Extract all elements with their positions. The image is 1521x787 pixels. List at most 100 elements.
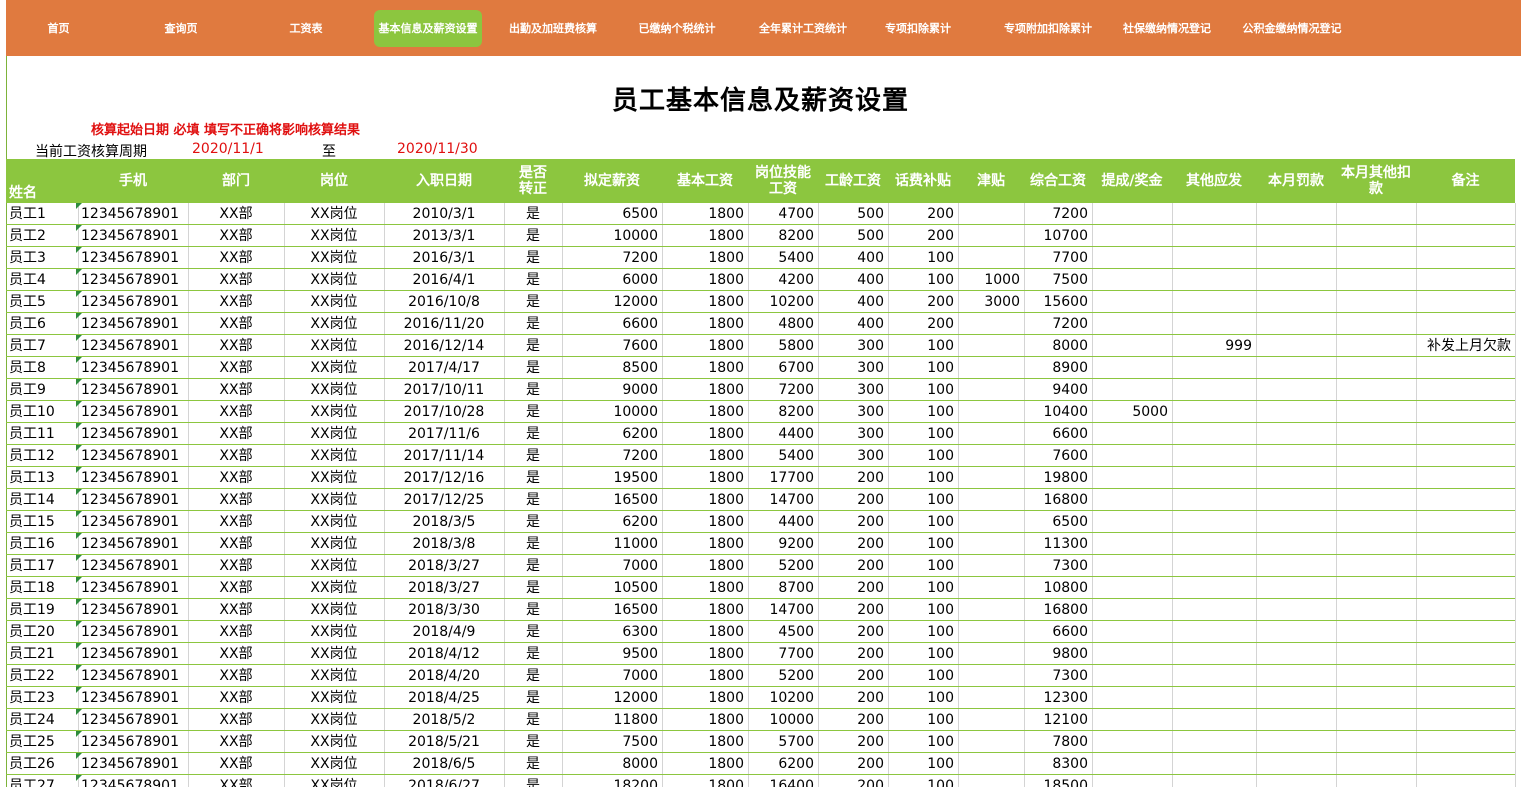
cell-phone[interactable]: 12345678901 bbox=[78, 445, 188, 466]
cell-regularized[interactable]: 是 bbox=[504, 423, 562, 444]
cell-position[interactable]: XX岗位 bbox=[284, 709, 384, 730]
nav-item-5[interactable]: 已缴纳个税统计 bbox=[617, 10, 737, 47]
cell-department[interactable]: XX部 bbox=[188, 533, 284, 554]
cell-planned-salary[interactable]: 7600 bbox=[562, 335, 662, 356]
cell-other-deduction[interactable] bbox=[1336, 577, 1416, 598]
cell-planned-salary[interactable]: 6600 bbox=[562, 313, 662, 334]
cell-other-payable[interactable] bbox=[1172, 577, 1256, 598]
cell-name[interactable]: 员工9 bbox=[6, 379, 78, 400]
cell-skill-salary[interactable]: 5200 bbox=[748, 665, 818, 686]
nav-item-3[interactable]: 基本信息及薪资设置 bbox=[374, 10, 482, 47]
cell-phone[interactable]: 12345678901 bbox=[78, 687, 188, 708]
cell-position[interactable]: XX岗位 bbox=[284, 489, 384, 510]
cell-other-deduction[interactable] bbox=[1336, 533, 1416, 554]
cell-phone-allowance[interactable]: 100 bbox=[888, 599, 958, 620]
cell-allowance[interactable] bbox=[958, 643, 1024, 664]
cell-seniority-salary[interactable]: 200 bbox=[818, 665, 888, 686]
cell-phone-allowance[interactable]: 100 bbox=[888, 269, 958, 290]
cell-regularized[interactable]: 是 bbox=[504, 555, 562, 576]
cell-other-deduction[interactable] bbox=[1336, 335, 1416, 356]
cell-base-salary[interactable]: 1800 bbox=[662, 203, 748, 224]
cell-hire-date[interactable]: 2018/4/9 bbox=[384, 621, 504, 642]
cell-seniority-salary[interactable]: 200 bbox=[818, 577, 888, 598]
cell-fine[interactable] bbox=[1256, 423, 1336, 444]
cell-skill-salary[interactable]: 14700 bbox=[748, 489, 818, 510]
cell-other-deduction[interactable] bbox=[1336, 643, 1416, 664]
nav-item-4[interactable]: 出勤及加班费核算 bbox=[493, 10, 613, 47]
cell-commission-bonus[interactable] bbox=[1092, 775, 1172, 787]
cell-seniority-salary[interactable]: 200 bbox=[818, 489, 888, 510]
cell-base-salary[interactable]: 1800 bbox=[662, 555, 748, 576]
cell-planned-salary[interactable]: 10500 bbox=[562, 577, 662, 598]
cell-hire-date[interactable]: 2018/4/20 bbox=[384, 665, 504, 686]
cell-phone[interactable]: 12345678901 bbox=[78, 401, 188, 422]
cell-total-salary[interactable]: 10800 bbox=[1024, 577, 1092, 598]
cell-planned-salary[interactable]: 9000 bbox=[562, 379, 662, 400]
cell-seniority-salary[interactable]: 400 bbox=[818, 291, 888, 312]
cell-skill-salary[interactable]: 8200 bbox=[748, 225, 818, 246]
cell-planned-salary[interactable]: 7000 bbox=[562, 665, 662, 686]
cell-hire-date[interactable]: 2017/11/14 bbox=[384, 445, 504, 466]
cell-planned-salary[interactable]: 7500 bbox=[562, 731, 662, 752]
cell-commission-bonus[interactable] bbox=[1092, 379, 1172, 400]
cell-skill-salary[interactable]: 8700 bbox=[748, 577, 818, 598]
cell-base-salary[interactable]: 1800 bbox=[662, 643, 748, 664]
cell-base-salary[interactable]: 1800 bbox=[662, 533, 748, 554]
cell-department[interactable]: XX部 bbox=[188, 643, 284, 664]
cell-allowance[interactable] bbox=[958, 709, 1024, 730]
column-header-total-salary[interactable]: 综合工资 bbox=[1024, 159, 1092, 203]
cell-regularized[interactable]: 是 bbox=[504, 489, 562, 510]
cell-phone[interactable]: 12345678901 bbox=[78, 555, 188, 576]
cell-other-payable[interactable] bbox=[1172, 445, 1256, 466]
cell-department[interactable]: XX部 bbox=[188, 599, 284, 620]
cell-regularized[interactable]: 是 bbox=[504, 621, 562, 642]
cell-position[interactable]: XX岗位 bbox=[284, 423, 384, 444]
cell-phone[interactable]: 12345678901 bbox=[78, 313, 188, 334]
cell-hire-date[interactable]: 2018/4/12 bbox=[384, 643, 504, 664]
cell-skill-salary[interactable]: 4400 bbox=[748, 511, 818, 532]
cell-seniority-salary[interactable]: 200 bbox=[818, 467, 888, 488]
cell-name[interactable]: 员工24 bbox=[6, 709, 78, 730]
cell-regularized[interactable]: 是 bbox=[504, 577, 562, 598]
cell-seniority-salary[interactable]: 300 bbox=[818, 401, 888, 422]
cell-position[interactable]: XX岗位 bbox=[284, 467, 384, 488]
cell-phone-allowance[interactable]: 100 bbox=[888, 775, 958, 787]
cell-planned-salary[interactable]: 12000 bbox=[562, 687, 662, 708]
cell-name[interactable]: 员工12 bbox=[6, 445, 78, 466]
cell-allowance[interactable] bbox=[958, 467, 1024, 488]
cell-planned-salary[interactable]: 11800 bbox=[562, 709, 662, 730]
cell-phone-allowance[interactable]: 100 bbox=[888, 577, 958, 598]
cell-name[interactable]: 员工26 bbox=[6, 753, 78, 774]
cell-allowance[interactable] bbox=[958, 357, 1024, 378]
cell-remark[interactable] bbox=[1416, 379, 1515, 400]
cell-total-salary[interactable]: 11300 bbox=[1024, 533, 1092, 554]
cell-total-salary[interactable]: 9400 bbox=[1024, 379, 1092, 400]
cell-phone[interactable]: 12345678901 bbox=[78, 291, 188, 312]
cell-commission-bonus[interactable]: 5000 bbox=[1092, 401, 1172, 422]
cell-fine[interactable] bbox=[1256, 731, 1336, 752]
cell-name[interactable]: 员工19 bbox=[6, 599, 78, 620]
cell-skill-salary[interactable]: 10200 bbox=[748, 291, 818, 312]
cell-phone-allowance[interactable]: 100 bbox=[888, 423, 958, 444]
cell-phone[interactable]: 12345678901 bbox=[78, 533, 188, 554]
cell-name[interactable]: 员工8 bbox=[6, 357, 78, 378]
cell-seniority-salary[interactable]: 300 bbox=[818, 423, 888, 444]
cell-commission-bonus[interactable] bbox=[1092, 731, 1172, 752]
cell-other-payable[interactable] bbox=[1172, 709, 1256, 730]
cell-name[interactable]: 员工7 bbox=[6, 335, 78, 356]
cell-skill-salary[interactable]: 4400 bbox=[748, 423, 818, 444]
cell-remark[interactable] bbox=[1416, 313, 1515, 334]
cell-allowance[interactable]: 1000 bbox=[958, 269, 1024, 290]
cell-name[interactable]: 员工3 bbox=[6, 247, 78, 268]
cell-planned-salary[interactable]: 9500 bbox=[562, 643, 662, 664]
cell-name[interactable]: 员工10 bbox=[6, 401, 78, 422]
cell-remark[interactable] bbox=[1416, 467, 1515, 488]
cell-phone[interactable]: 12345678901 bbox=[78, 489, 188, 510]
cell-total-salary[interactable]: 10400 bbox=[1024, 401, 1092, 422]
cell-regularized[interactable]: 是 bbox=[504, 379, 562, 400]
cell-base-salary[interactable]: 1800 bbox=[662, 291, 748, 312]
cell-skill-salary[interactable]: 8200 bbox=[748, 401, 818, 422]
cell-base-salary[interactable]: 1800 bbox=[662, 313, 748, 334]
cell-base-salary[interactable]: 1800 bbox=[662, 577, 748, 598]
cell-planned-salary[interactable]: 18200 bbox=[562, 775, 662, 787]
